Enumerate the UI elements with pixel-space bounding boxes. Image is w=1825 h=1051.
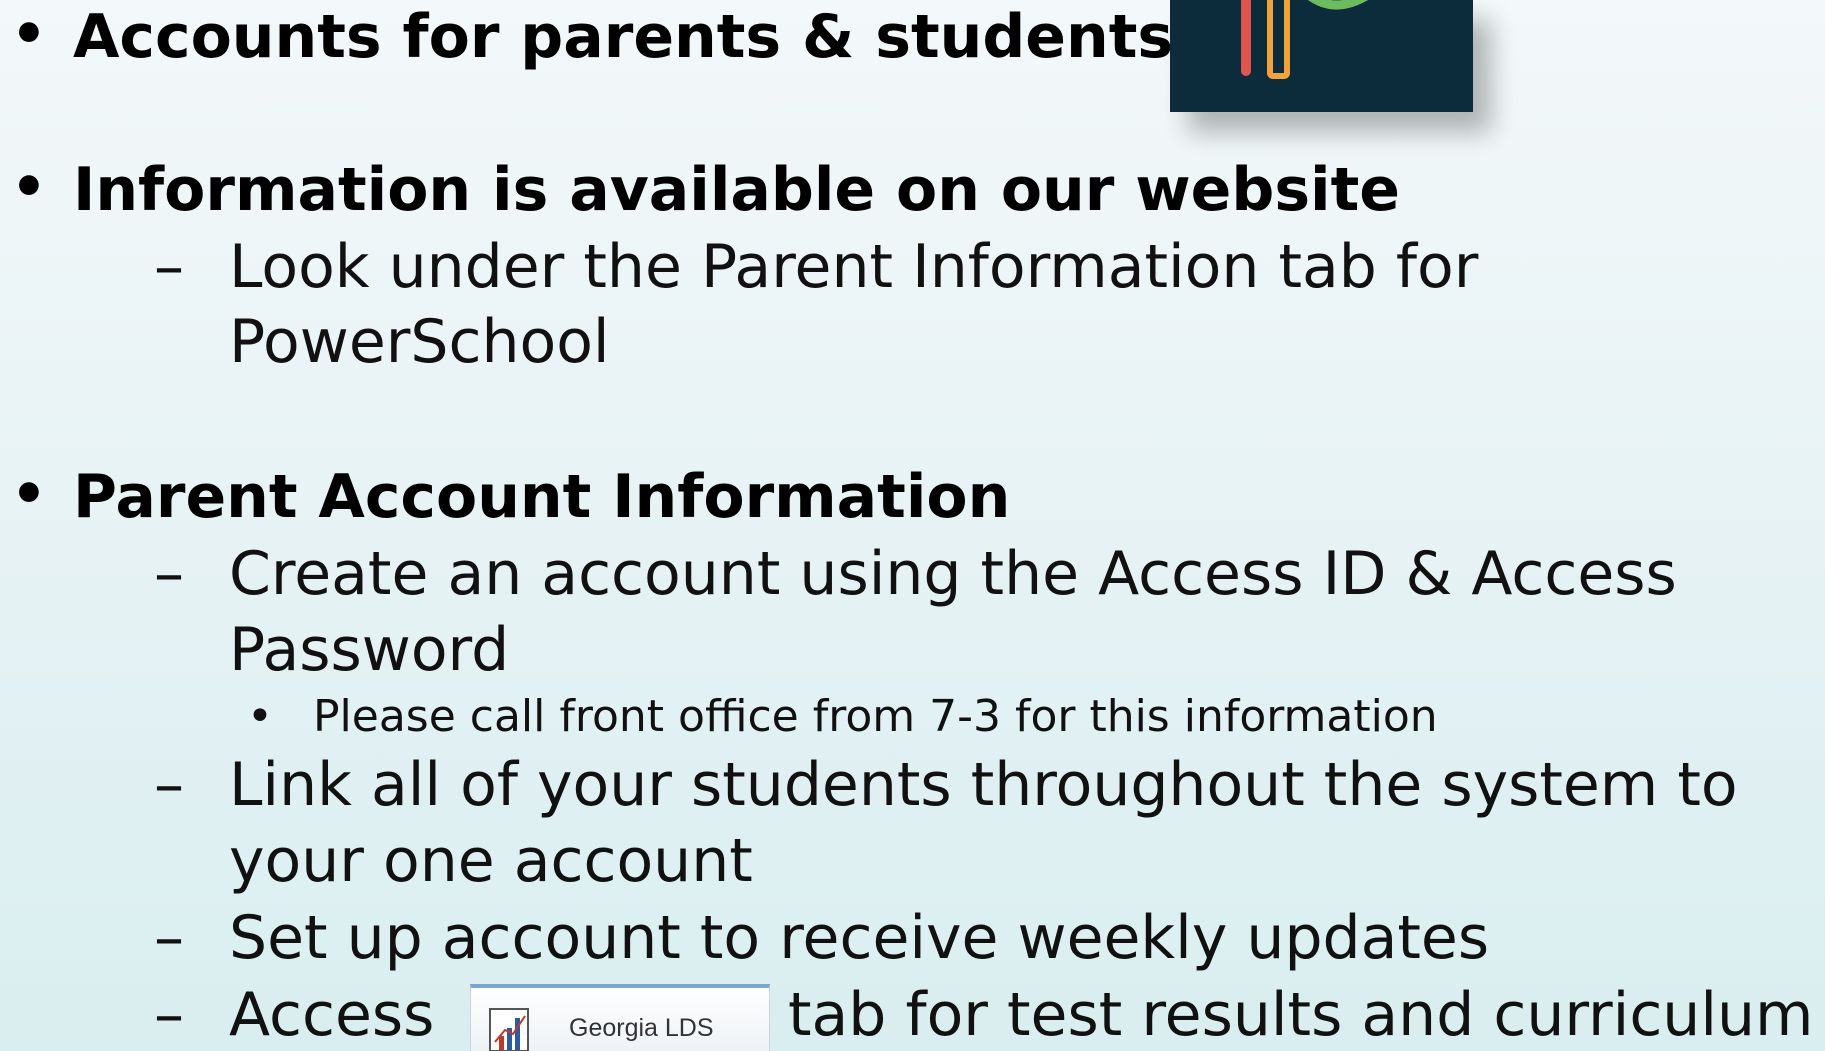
bullet-marker: • xyxy=(11,155,47,220)
bullet-marker: • xyxy=(11,2,47,67)
bullet-marker: • xyxy=(11,462,47,527)
bullet-text: Parent Account Information xyxy=(73,462,1011,532)
sub-bullet-access-tab-post: tab for test results and curriculum xyxy=(788,980,1813,1050)
sub-bullet-text: your one account xyxy=(229,826,753,896)
sub-bullet-access-tab: – Access xyxy=(154,980,435,1050)
bullet-text: Accounts for parents & students xyxy=(73,2,1174,72)
dash-marker: – xyxy=(154,539,184,609)
sub-bullet-continuation: your one account xyxy=(229,826,753,896)
sub-bullet-text: Create an account using the Access ID & … xyxy=(229,539,1677,609)
sub-bullet-text: Look under the Parent Information tab fo… xyxy=(229,232,1479,302)
sub-bullet-continuation: PowerSchool xyxy=(229,307,610,377)
dash-marker: – xyxy=(154,980,184,1050)
powerschool-logo xyxy=(1170,0,1473,112)
dash-marker: – xyxy=(154,750,184,820)
sub-bullet-text: Password xyxy=(229,615,510,685)
dash-marker: – xyxy=(154,903,184,973)
sub-sub-bullet-call-office: • Please call front office from 7-3 for … xyxy=(247,691,1438,742)
bullet-parent-account: • Parent Account Information xyxy=(11,462,1011,532)
sub-bullet-text-post: tab for test results and curriculum xyxy=(788,980,1814,1050)
sub-bullet-text: Set up account to receive weekly updates xyxy=(229,903,1490,973)
sub-sub-bullet-text: Please call front office from 7-3 for th… xyxy=(313,691,1438,742)
sub-bullet-text-pre: Access xyxy=(229,980,435,1050)
powerschool-logo-icon xyxy=(1241,0,1368,79)
small-bullet-marker: • xyxy=(247,691,273,742)
sub-bullet-link-students: – Link all of your students throughout t… xyxy=(154,750,1738,820)
bullet-website: • Information is available on our websit… xyxy=(11,155,1400,225)
sub-bullet-parent-info-tab: – Look under the Parent Information tab … xyxy=(154,232,1479,302)
sub-bullet-text: Link all of your students throughout the… xyxy=(229,750,1738,820)
slide: • Accounts for parents & students • Info… xyxy=(0,0,1825,1051)
georgia-lds-tab: Georgia LDS xyxy=(470,984,770,1051)
bullet-accounts: • Accounts for parents & students xyxy=(11,2,1174,72)
dash-marker: – xyxy=(154,232,184,302)
sub-bullet-continuation: Password xyxy=(229,615,509,685)
bar-chart-icon xyxy=(489,1008,529,1051)
sub-bullet-create-account: – Create an account using the Access ID … xyxy=(154,539,1677,609)
sub-bullet-text: PowerSchool xyxy=(229,307,610,377)
sub-bullet-weekly-updates: – Set up account to receive weekly updat… xyxy=(154,903,1490,973)
georgia-lds-label: Georgia LDS xyxy=(569,1014,714,1042)
bullet-text: Information is available on our website xyxy=(73,155,1400,225)
